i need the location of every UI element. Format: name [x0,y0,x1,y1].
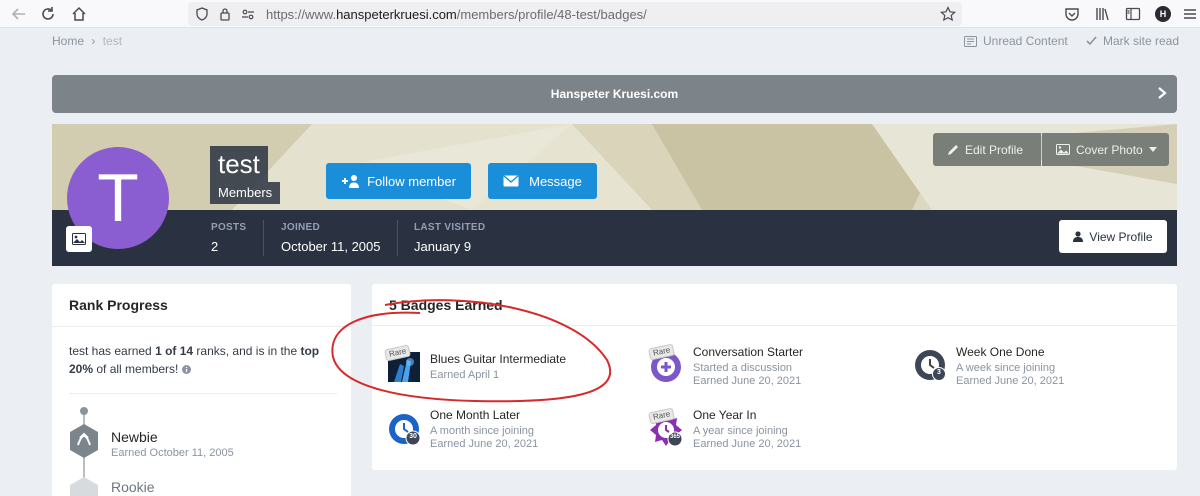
badge-title: One Month Later [430,408,521,422]
stat-divider [263,220,264,256]
stat-label: JOINED [281,222,321,233]
badge-one-month-later[interactable]: One Month Later A month since joining Ea… [430,408,538,450]
week-one-clock-badge-icon [915,350,946,381]
envelope-icon [503,175,519,187]
badge-conversation-starter[interactable]: Conversation Starter Started a discussio… [693,345,803,387]
badge-title: Week One Done [956,345,1045,359]
badge-title: Blues Guitar Intermediate [430,352,567,366]
message-button[interactable]: Message [488,163,597,199]
badge-week-one-done[interactable]: Week One Done A week since joining Earne… [956,345,1064,387]
library-icon[interactable] [1093,4,1113,24]
badge-counter: 365 [669,434,680,440]
badge-earned: Earned June 20, 2021 [693,375,802,387]
stat-divider [397,220,398,256]
badge-earned: Earned June 20, 2021 [430,438,539,450]
rank-name: Rookie [111,479,155,495]
lock-icon[interactable] [215,4,235,24]
caret-down-icon [1148,147,1157,152]
mark-site-read-label: Mark site read [1103,34,1180,48]
pocket-icon[interactable] [1062,4,1082,24]
view-profile-label: View Profile [1089,229,1153,244]
account-avatar-icon[interactable]: H [1153,4,1173,24]
rank-summary: test has earned 1 of 14 ranks, and is in… [69,344,320,376]
stat-last-visited: LAST VISITED January 9 [414,222,485,254]
site-header-bar[interactable]: Hanspeter Kruesi.com [52,75,1177,113]
badge-title: Conversation Starter [693,345,804,359]
cover-photo-label: Cover Photo [1076,142,1143,157]
message-label: Message [529,173,582,189]
breadcrumb-home[interactable]: Home [52,34,84,48]
rank-name: Newbie [111,429,158,445]
stat-value: January 9 [414,239,472,254]
badge-counter: 3 [937,369,941,376]
badge-description: A month since joining [430,425,534,437]
profile-group: Members [210,182,281,204]
rank-progress-title: Rank Progress [69,297,168,313]
site-title: Hanspeter Kruesi.com [550,87,679,101]
change-photo-button[interactable] [66,226,92,252]
badge-blues-guitar[interactable]: Blues Guitar Intermediate Earned April 1 [430,352,566,381]
stat-value: October 11, 2005 [281,239,381,254]
edit-profile-button[interactable]: Edit Profile [933,133,1041,166]
badge-earned: Earned June 20, 2021 [956,375,1065,387]
image-icon [72,233,86,245]
permissions-icon[interactable] [238,4,258,24]
rank-timeline-dot [80,407,88,415]
follow-member-label: Follow member [367,173,456,189]
breadcrumb: Home › test [52,34,122,48]
avatar-letter: T [97,160,139,236]
badge-earned: Earned June 20, 2021 [693,438,802,450]
badge-description: Started a discussion [693,362,793,374]
view-profile-button[interactable]: View Profile [1059,220,1167,253]
check-icon [1086,36,1097,46]
stat-posts: POSTS 2 [211,222,246,254]
stat-label: LAST VISITED [414,222,486,233]
menu-icon[interactable] [1180,4,1200,24]
url-text: https://www.hanspeterkruesi.com/members/… [266,7,647,22]
profile-name: test [210,146,268,182]
cover-photo-button[interactable]: Cover Photo [1042,133,1169,166]
address-bar[interactable]: https://www.hanspeterkruesi.com/members/… [188,2,962,26]
badges-title: 5 Badges Earned [389,297,503,313]
chevron-right-icon[interactable] [1155,83,1169,108]
stat-label: POSTS [211,222,247,233]
info-icon[interactable] [181,365,191,374]
one-month-clock-badge-icon [389,414,421,446]
panel-divider [372,325,1177,326]
browser-toolbar: https://www.hanspeterkruesi.com/members/… [0,0,1200,28]
reload-icon[interactable] [38,4,58,24]
rank-divider [69,393,337,394]
badge-counter: 30 [409,433,417,440]
rookie-rank-icon [70,477,98,496]
badge-description: A week since joining [956,362,1056,374]
stat-joined: JOINED October 11, 2005 [281,222,381,254]
shield-icon[interactable] [192,4,212,24]
badge-description: A year since joining [693,425,788,437]
newspaper-icon [964,35,977,47]
account-initial: H [1155,6,1171,22]
pencil-icon [948,144,958,155]
home-icon[interactable] [69,4,89,24]
sidebar-icon[interactable] [1123,4,1143,24]
breadcrumb-separator: › [91,34,96,48]
bookmark-star-icon[interactable] [938,4,958,24]
badge-one-year-in[interactable]: One Year In A year since joining Earned … [693,408,801,450]
follow-member-button[interactable]: Follow member [326,163,471,199]
rank-earned: Earned October 11, 2005 [111,447,234,459]
unread-content-label: Unread Content [983,34,1068,48]
rank-progress-panel [52,284,351,496]
badge-earned: Earned April 1 [430,369,500,381]
edit-profile-label: Edit Profile [965,142,1024,157]
user-plus-icon [342,175,360,188]
unread-content-link[interactable]: Unread Content [964,34,1068,48]
breadcrumb-current: test [102,34,123,48]
newbie-rank-icon [70,424,98,458]
image-icon [1056,144,1070,155]
stat-value: 2 [211,239,219,254]
back-arrow-icon[interactable] [9,4,29,24]
badge-title: One Year In [693,408,757,422]
user-icon [1073,231,1084,242]
panel-divider [52,326,351,327]
mark-site-read-link[interactable]: Mark site read [1086,34,1179,48]
